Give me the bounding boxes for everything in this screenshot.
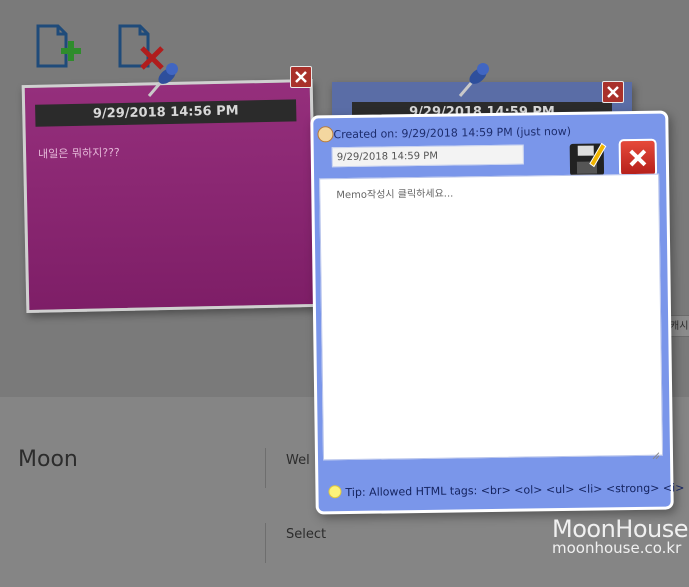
resize-grip-icon[interactable] <box>652 445 660 460</box>
page-name-text: Moon <box>18 447 78 472</box>
note-close-button[interactable] <box>602 81 624 103</box>
pin-icon <box>145 60 181 98</box>
note-date-header: 9/29/2018 14:56 PM <box>35 99 297 127</box>
welcome-text: Wel <box>286 453 310 468</box>
divider <box>265 448 266 488</box>
tip-line: Tip: Allowed HTML tags: <br> <ol> <ul> <… <box>328 480 684 499</box>
memo-editor: Created on: 9/29/2018 14:59 PM (just now… <box>310 110 684 515</box>
clock-icon <box>317 126 334 143</box>
lightbulb-icon <box>328 485 342 499</box>
save-icon[interactable] <box>568 139 609 178</box>
editor-close-button[interactable] <box>618 138 658 178</box>
pin-icon <box>456 60 492 98</box>
watermark-url: moonhouse.co.kr <box>552 539 682 557</box>
date-field[interactable]: 9/29/2018 14:59 PM <box>331 144 524 168</box>
divider <box>265 523 266 563</box>
add-note-icon[interactable] <box>34 22 86 72</box>
created-on-label: Created on: 9/29/2018 14:59 PM (just now… <box>333 124 572 142</box>
note-text: 내일은 뭐하지??? <box>37 146 120 161</box>
watermark: MoonHouse moonhouse.co.kr <box>552 515 689 557</box>
tip-text: Tip: Allowed HTML tags: <br> <ol> <ul> <… <box>345 481 685 500</box>
note-close-button[interactable] <box>290 66 312 88</box>
select-label: Select <box>286 527 327 542</box>
memo-placeholder: Memo작성시 클릭하세요... <box>336 188 454 202</box>
memo-textarea[interactable]: Memo작성시 클릭하세요... <box>319 173 664 461</box>
sticky-note[interactable]: 9/29/2018 14:56 PM 내일은 뭐하지??? <box>21 78 318 314</box>
